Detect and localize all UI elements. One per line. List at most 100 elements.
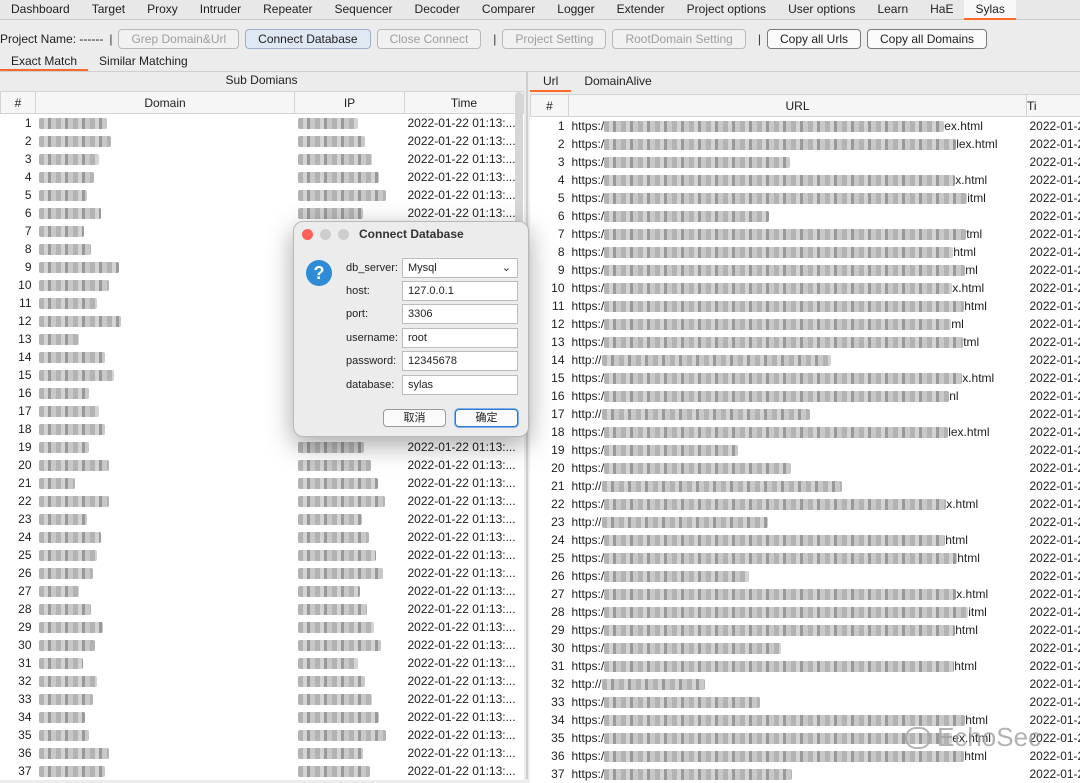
table-row[interactable]: 42022-01-22 01:13:... bbox=[1, 168, 524, 186]
table-row[interactable]: 302022-01-22 01:13:... bbox=[1, 636, 524, 654]
close-window-icon[interactable] bbox=[302, 229, 313, 240]
table-row[interactable]: 27https:/x.html2022-01-2 bbox=[531, 585, 1080, 603]
table-row[interactable]: 242022-01-22 01:13:... bbox=[1, 528, 524, 546]
column-header-ip[interactable]: IP bbox=[295, 92, 405, 114]
grep-domain-url-button[interactable]: Grep Domain&Url bbox=[118, 29, 239, 49]
tab-similar-matching[interactable]: Similar Matching bbox=[88, 53, 199, 71]
connect-database-button[interactable]: Connect Database bbox=[245, 29, 370, 49]
tab-decoder[interactable]: Decoder bbox=[404, 0, 471, 20]
table-row[interactable]: 312022-01-22 01:13:... bbox=[1, 654, 524, 672]
table-row[interactable]: 232022-01-22 01:13:... bbox=[1, 510, 524, 528]
table-row[interactable]: 12https:/ml2022-01-2 bbox=[531, 315, 1080, 333]
table-row[interactable]: 362022-01-22 01:13:... bbox=[1, 744, 524, 762]
table-row[interactable]: 12022-01-22 01:13:... bbox=[1, 114, 524, 133]
tab-logger[interactable]: Logger bbox=[546, 0, 605, 20]
port-input[interactable]: 3306 bbox=[402, 304, 518, 324]
table-row[interactable]: 22https:/x.html2022-01-2 bbox=[531, 495, 1080, 513]
table-row[interactable]: 7https:/tml2022-01-2 bbox=[531, 225, 1080, 243]
table-row[interactable]: 20https:/2022-01-2 bbox=[531, 459, 1080, 477]
table-row[interactable]: 282022-01-22 01:13:... bbox=[1, 600, 524, 618]
table-row[interactable]: 31https:/html2022-01-2 bbox=[531, 657, 1080, 675]
table-row[interactable]: 6https:/2022-01-2 bbox=[531, 207, 1080, 225]
tab-hae[interactable]: HaE bbox=[919, 0, 964, 20]
table-row[interactable]: 26https:/2022-01-2 bbox=[531, 567, 1080, 585]
ok-button[interactable]: 确定 bbox=[455, 409, 518, 427]
rootdomain-setting-button[interactable]: RootDomain Setting bbox=[612, 29, 745, 49]
db-server-select[interactable]: Mysql⌄ bbox=[402, 258, 518, 278]
host-input[interactable]: 127.0.0.1 bbox=[402, 281, 518, 301]
tab-comparer[interactable]: Comparer bbox=[471, 0, 546, 20]
table-row[interactable]: 52022-01-22 01:13:... bbox=[1, 186, 524, 204]
table-row[interactable]: 252022-01-22 01:13:... bbox=[1, 546, 524, 564]
table-row[interactable]: 32http://2022-01-2 bbox=[531, 675, 1080, 693]
table-row[interactable]: 8https:/html2022-01-2 bbox=[531, 243, 1080, 261]
table-row[interactable]: 62022-01-22 01:13:... bbox=[1, 204, 524, 222]
column-header-index[interactable]: # bbox=[1, 92, 36, 114]
tab-learn[interactable]: Learn bbox=[866, 0, 919, 20]
database-input[interactable]: sylas bbox=[402, 375, 518, 395]
tab-sequencer[interactable]: Sequencer bbox=[324, 0, 404, 20]
table-row[interactable]: 292022-01-22 01:13:... bbox=[1, 618, 524, 636]
project-setting-button[interactable]: Project Setting bbox=[502, 29, 606, 49]
table-row[interactable]: 1https:/ex.html2022-01-2 bbox=[531, 117, 1080, 136]
username-input[interactable]: root bbox=[402, 328, 518, 348]
table-row[interactable]: 9https:/ml2022-01-2 bbox=[531, 261, 1080, 279]
column-header-index[interactable]: # bbox=[531, 95, 569, 117]
tab-exact-match[interactable]: Exact Match bbox=[0, 53, 88, 71]
table-row[interactable]: 11https:/html2022-01-2 bbox=[531, 297, 1080, 315]
column-header-time[interactable]: Time bbox=[405, 92, 524, 114]
table-row[interactable]: 272022-01-22 01:13:... bbox=[1, 582, 524, 600]
table-row[interactable]: 16https:/nl2022-01-2 bbox=[531, 387, 1080, 405]
cancel-button[interactable]: 取消 bbox=[383, 409, 446, 427]
tab-extender[interactable]: Extender bbox=[606, 0, 676, 20]
table-row[interactable]: 25https:/html2022-01-2 bbox=[531, 549, 1080, 567]
column-header-domain[interactable]: Domain bbox=[36, 92, 295, 114]
tab-user-options[interactable]: User options bbox=[777, 0, 866, 20]
table-row[interactable]: 28https:/itml2022-01-2 bbox=[531, 603, 1080, 621]
column-header-time[interactable]: Ti bbox=[1027, 95, 1080, 117]
tab-url[interactable]: Url bbox=[530, 72, 571, 92]
table-row[interactable]: 4https:/x.html2022-01-2 bbox=[531, 171, 1080, 189]
tab-proxy[interactable]: Proxy bbox=[136, 0, 189, 20]
tab-target[interactable]: Target bbox=[81, 0, 136, 20]
table-row[interactable]: 32022-01-22 01:13:... bbox=[1, 150, 524, 168]
table-row[interactable]: 10https:/x.html2022-01-2 bbox=[531, 279, 1080, 297]
table-row[interactable]: 352022-01-22 01:13:... bbox=[1, 726, 524, 744]
table-row[interactable]: 14http://2022-01-2 bbox=[531, 351, 1080, 369]
tab-sylas[interactable]: Sylas bbox=[964, 0, 1015, 20]
column-header-url[interactable]: URL bbox=[569, 95, 1027, 117]
table-row[interactable]: 322022-01-22 01:13:... bbox=[1, 672, 524, 690]
tab-intruder[interactable]: Intruder bbox=[189, 0, 252, 20]
close-connect-button[interactable]: Close Connect bbox=[377, 29, 482, 49]
table-row[interactable]: 15https:/x.html2022-01-2 bbox=[531, 369, 1080, 387]
table-row[interactable]: 19https:/2022-01-2 bbox=[531, 441, 1080, 459]
table-row[interactable]: 21http://2022-01-2 bbox=[531, 477, 1080, 495]
copy-all-urls-button[interactable]: Copy all Urls bbox=[767, 29, 861, 49]
table-row[interactable]: 23http://2022-01-2 bbox=[531, 513, 1080, 531]
table-row[interactable]: 30https:/2022-01-2 bbox=[531, 639, 1080, 657]
copy-all-domains-button[interactable]: Copy all Domains bbox=[867, 29, 987, 49]
table-row[interactable]: 24https:/html2022-01-2 bbox=[531, 531, 1080, 549]
table-row[interactable]: 332022-01-22 01:13:... bbox=[1, 690, 524, 708]
table-row[interactable]: 372022-01-22 01:13:... bbox=[1, 762, 524, 780]
table-row[interactable]: 202022-01-22 01:13:... bbox=[1, 456, 524, 474]
table-row[interactable]: 342022-01-22 01:13:... bbox=[1, 708, 524, 726]
table-row[interactable]: 192022-01-22 01:13:... bbox=[1, 438, 524, 456]
table-row[interactable]: 2https:/lex.html2022-01-2 bbox=[531, 135, 1080, 153]
table-row[interactable]: 29https:/html2022-01-2 bbox=[531, 621, 1080, 639]
password-input[interactable]: 12345678 bbox=[402, 351, 518, 371]
zoom-window-icon[interactable] bbox=[338, 229, 349, 240]
table-row[interactable]: 262022-01-22 01:13:... bbox=[1, 564, 524, 582]
table-row[interactable]: 37https:/2022-01-2 bbox=[531, 765, 1080, 783]
table-row[interactable]: 212022-01-22 01:13:... bbox=[1, 474, 524, 492]
table-row[interactable]: 3https:/2022-01-2 bbox=[531, 153, 1080, 171]
table-row[interactable]: 18https:/lex.html2022-01-2 bbox=[531, 423, 1080, 441]
tab-project-options[interactable]: Project options bbox=[676, 0, 777, 20]
minimize-window-icon[interactable] bbox=[320, 229, 331, 240]
table-row[interactable]: 222022-01-22 01:13:... bbox=[1, 492, 524, 510]
table-row[interactable]: 33https:/2022-01-2 bbox=[531, 693, 1080, 711]
tab-dashboard[interactable]: Dashboard bbox=[0, 0, 81, 20]
table-row[interactable]: 13https:/tml2022-01-2 bbox=[531, 333, 1080, 351]
tab-repeater[interactable]: Repeater bbox=[252, 0, 323, 20]
table-row[interactable]: 22022-01-22 01:13:... bbox=[1, 132, 524, 150]
